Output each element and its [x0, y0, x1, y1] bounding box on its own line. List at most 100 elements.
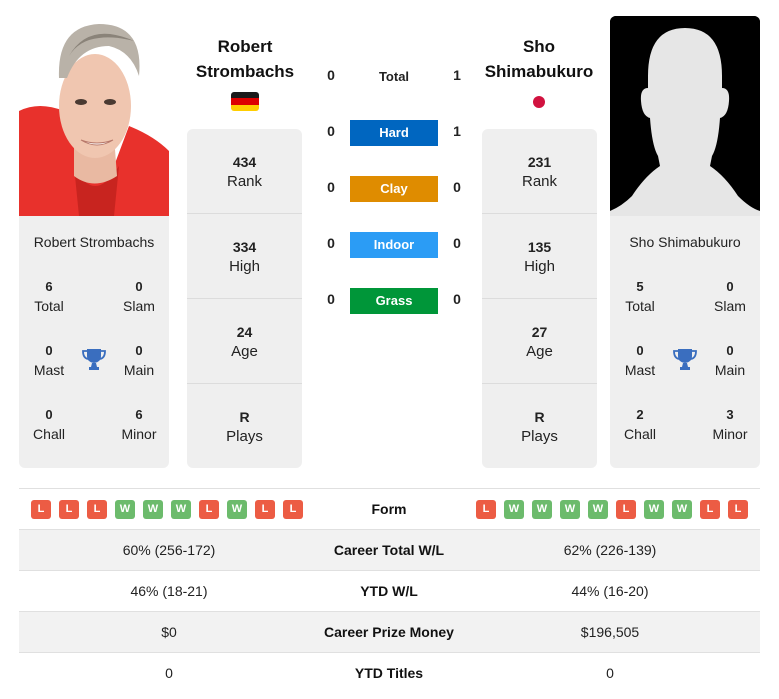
- player-right-career-wl: 62% (226-139): [563, 542, 657, 558]
- player-photo-image: [19, 16, 169, 216]
- form-badge-win[interactable]: W: [115, 500, 135, 519]
- form-badge-loss[interactable]: L: [700, 500, 720, 519]
- form-badge-loss[interactable]: L: [59, 500, 79, 519]
- titles-total: 6 Total: [19, 278, 79, 316]
- form-badge-loss[interactable]: L: [87, 500, 107, 519]
- ytd-titles-label: YTD Titles: [354, 665, 424, 681]
- form-badge-loss[interactable]: L: [255, 500, 275, 519]
- surface-indoor-button[interactable]: Indoor: [350, 232, 438, 258]
- age-cell: 24 Age: [187, 298, 302, 383]
- plays-cell: R Plays: [482, 383, 597, 468]
- form-badge-win[interactable]: W: [672, 500, 692, 519]
- form-badge-win[interactable]: W: [143, 500, 163, 519]
- high-label: High: [524, 258, 555, 275]
- ytd-wl-label: YTD W/L: [360, 583, 418, 599]
- titles-mast-value: 0: [45, 343, 53, 358]
- plays-cell: R Plays: [187, 383, 302, 468]
- form-badge-win[interactable]: W: [532, 500, 552, 519]
- age-value: 24: [236, 324, 253, 340]
- titles-slam-value: 0: [726, 279, 734, 294]
- form-row: LLLWWWLWLL Form LWWWWLWWLL: [19, 489, 760, 530]
- high-value: 135: [527, 239, 552, 255]
- h2h-total-right: 1: [453, 67, 461, 83]
- titles-chall-label: Chall: [624, 426, 656, 442]
- titles-chall: 2 Chall: [610, 406, 670, 444]
- form-badge-win[interactable]: W: [227, 500, 247, 519]
- comparison-table: LLLWWWLWLL Form LWWWWLWWLL 60% (256-172)…: [19, 488, 760, 693]
- age-cell: 27 Age: [482, 298, 597, 383]
- form-badge-loss[interactable]: L: [31, 500, 51, 519]
- titles-mast-value: 0: [636, 343, 644, 358]
- player-right-prize-money: $196,505: [580, 624, 640, 640]
- titles-slam: 0 Slam: [700, 278, 760, 316]
- player-left-ytd-titles: 0: [165, 665, 173, 681]
- h2h-indoor-left: 0: [327, 235, 335, 251]
- trophy-icon: [82, 349, 106, 370]
- form-label: Form: [371, 501, 407, 517]
- age-value: 27: [531, 324, 548, 340]
- player-left-info-card: Robert Strombachs 6 Total 0 Slam 0 Mast …: [19, 216, 169, 468]
- age-label: Age: [231, 343, 258, 360]
- h2h-total-label: Total: [378, 69, 410, 84]
- player-left-last-name: Strombachs: [195, 62, 295, 81]
- titles-main-value: 0: [135, 343, 143, 358]
- player-left-header-name[interactable]: Robert Strombachs: [180, 34, 310, 84]
- surface-clay-button[interactable]: Clay: [350, 176, 438, 202]
- form-badge-loss[interactable]: L: [616, 500, 636, 519]
- form-badge-loss[interactable]: L: [728, 500, 748, 519]
- player-right-ytd-wl: 44% (16-20): [571, 583, 649, 599]
- form-badge-win[interactable]: W: [560, 500, 580, 519]
- prize-money-label: Career Prize Money: [324, 624, 454, 640]
- flag-germany-icon: [231, 92, 259, 111]
- titles-chall: 0 Chall: [19, 406, 79, 444]
- high-cell: 334 High: [187, 213, 302, 298]
- titles-minor-label: Minor: [121, 426, 157, 442]
- plays-value: R: [239, 409, 250, 425]
- titles-chall-label: Chall: [33, 426, 65, 442]
- titles-mast-label: Mast: [33, 362, 65, 378]
- trophy-icon: [673, 349, 697, 370]
- age-label: Age: [526, 343, 553, 360]
- titles-slam-value: 0: [135, 279, 143, 294]
- rank-value: 231: [527, 154, 552, 170]
- player-right-header-name[interactable]: Sho Shimabukuro: [474, 34, 604, 84]
- surface-hard-button[interactable]: Hard: [350, 120, 438, 146]
- titles-total: 5 Total: [610, 278, 670, 316]
- titles-total-value: 5: [636, 279, 644, 294]
- surface-grass-button[interactable]: Grass: [350, 288, 438, 314]
- player-left-career-wl: 60% (256-172): [122, 542, 216, 558]
- h2h-indoor-right: 0: [453, 235, 461, 251]
- form-badge-loss[interactable]: L: [476, 500, 496, 519]
- player-right-name[interactable]: Sho Shimabukuro: [610, 234, 760, 250]
- form-badge-win[interactable]: W: [644, 500, 664, 519]
- h2h-clay-right: 0: [453, 179, 461, 195]
- player-left-ytd-wl: 46% (18-21): [130, 583, 208, 599]
- titles-minor-value: 6: [135, 407, 143, 422]
- form-badge-win[interactable]: W: [588, 500, 608, 519]
- titles-slam: 0 Slam: [109, 278, 169, 316]
- form-badge-win[interactable]: W: [504, 500, 524, 519]
- h2h-grass-right: 0: [453, 291, 461, 307]
- high-cell: 135 High: [482, 213, 597, 298]
- ytd-titles-row: 0 YTD Titles 0: [19, 653, 760, 693]
- prize-money-row: $0 Career Prize Money $196,505: [19, 612, 760, 653]
- ytd-wl-row: 46% (18-21) YTD W/L 44% (16-20): [19, 571, 760, 612]
- titles-main: 0 Main: [700, 342, 760, 380]
- h2h-grass-left: 0: [327, 291, 335, 307]
- player-right-last-name: Shimabukuro: [484, 62, 594, 81]
- rank-cell: 434 Rank: [187, 129, 302, 213]
- career-wl-label: Career Total W/L: [333, 542, 445, 558]
- titles-main-value: 0: [726, 343, 734, 358]
- titles-total-value: 6: [45, 279, 53, 294]
- flag-japan-icon: [533, 96, 545, 108]
- player-left-name[interactable]: Robert Strombachs: [19, 234, 169, 250]
- plays-label: Plays: [521, 428, 558, 445]
- rank-value: 434: [232, 154, 257, 170]
- player-left-photo[interactable]: [19, 16, 169, 216]
- form-badge-loss[interactable]: L: [199, 500, 219, 519]
- form-badge-win[interactable]: W: [171, 500, 191, 519]
- titles-mast: 0 Mast: [610, 342, 670, 380]
- rank-label: Rank: [521, 173, 558, 190]
- player-left-first-name: Robert: [217, 37, 273, 56]
- player-right-photo[interactable]: [610, 16, 760, 216]
